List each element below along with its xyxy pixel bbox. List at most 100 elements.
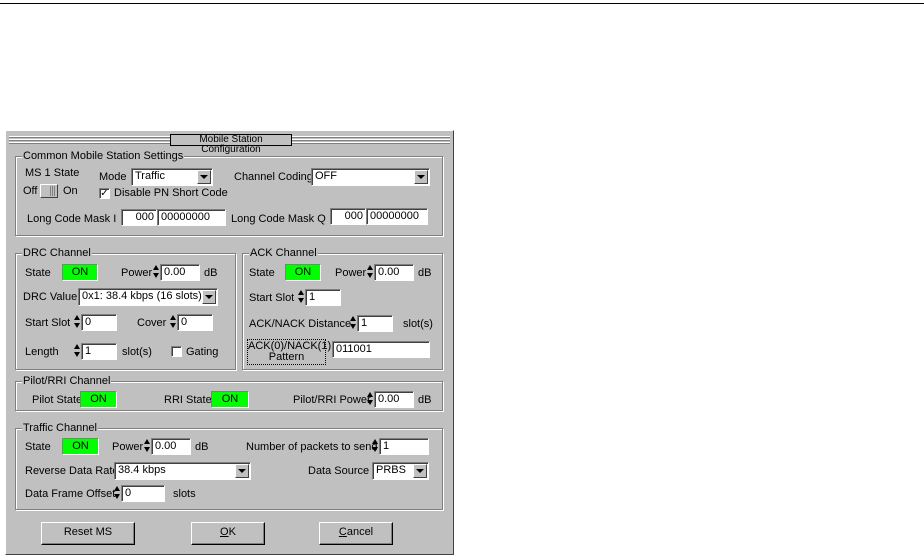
long-code-q-hi-input[interactable]: 000 <box>330 208 366 225</box>
data-frame-offset-label: Data Frame Offset <box>25 488 116 500</box>
pilot-rri-power-spinner-icon[interactable] <box>367 391 373 407</box>
mode-select[interactable]: Traffic <box>131 168 213 186</box>
ack-pattern-label: ACK(0)/NACK(1) Pattern <box>247 339 331 365</box>
reset-ms-button[interactable]: Reset MS <box>41 522 135 545</box>
drc-value-select[interactable]: 0x1: 38.4 kbps (16 slots) <box>78 288 218 306</box>
data-frame-offset-unit: slots <box>173 488 196 500</box>
drc-length-input[interactable]: 1 <box>81 343 117 360</box>
drc-start-slot-input[interactable]: 0 <box>81 314 117 331</box>
disable-pn-checkbox[interactable]: ✓ <box>99 188 110 199</box>
packets-label: Number of packets to send <box>246 441 378 453</box>
rri-state-indicator[interactable]: ON <box>211 391 249 408</box>
mobile-station-config-dialog: Mobile Station Configuration Common Mobi… <box>5 130 454 555</box>
long-code-i-label: Long Code Mask I <box>27 213 117 225</box>
traffic-power-input[interactable]: 0.00 <box>151 438 191 455</box>
ok-mnemonic: O <box>220 526 229 538</box>
chevron-down-icon[interactable] <box>202 290 216 304</box>
drc-length-label: Length <box>25 346 59 358</box>
page-top-rule <box>0 3 924 4</box>
traffic-state-indicator[interactable]: ON <box>62 438 99 455</box>
cancel-mnemonic: C <box>338 526 347 538</box>
ack-pattern-label-line2: Pattern <box>268 351 305 363</box>
traffic-state-label: State <box>25 441 51 453</box>
gating-checkbox[interactable] <box>171 346 182 357</box>
ack-start-slot-label: Start Slot <box>249 292 295 304</box>
channel-coding-select[interactable]: OFF <box>311 168 430 186</box>
drc-value-value: 0x1: 38.4 kbps (16 slots) <box>82 290 202 302</box>
ack-power-label: Power <box>335 267 367 279</box>
ms-state-label: MS 1 State <box>25 167 80 179</box>
dialog-title-bar[interactable]: Mobile Station Configuration <box>6 131 453 155</box>
ack-power-unit: dB <box>418 267 432 279</box>
dialog-title: Mobile Station Configuration <box>170 134 292 155</box>
disable-pn-label: Disable PN Short Code <box>114 187 228 199</box>
cancel-label-rest: ancel <box>346 526 374 538</box>
mode-value: Traffic <box>135 170 165 182</box>
ack-power-spinner-icon[interactable] <box>367 264 373 280</box>
data-source-select[interactable]: PRBS <box>372 462 429 480</box>
ack-power-input[interactable]: 0.00 <box>374 264 414 281</box>
ack-channel-title: ACK Channel <box>249 247 318 259</box>
packets-input[interactable]: 1 <box>379 438 429 455</box>
drc-cover-label: Cover <box>137 317 167 329</box>
drc-value-label: DRC Value <box>23 291 78 303</box>
long-code-i-lo-input[interactable]: 00000000 <box>157 209 226 226</box>
channel-coding-label: Channel Coding <box>234 171 313 183</box>
ack-distance-input[interactable]: 1 <box>357 315 393 332</box>
traffic-power-label: Power <box>112 441 144 453</box>
chevron-down-icon[interactable] <box>197 170 211 184</box>
drc-length-unit: slot(s) <box>122 346 152 358</box>
ack-start-slot-input[interactable]: 1 <box>305 289 341 306</box>
ack-distance-label: ACK/NACK Distance <box>249 318 352 330</box>
pilot-rri-power-unit: dB <box>418 394 432 406</box>
drc-state-indicator[interactable]: ON <box>62 264 98 281</box>
ok-button[interactable]: OK <box>191 522 265 545</box>
reverse-data-rate-value: 38.4 kbps <box>118 464 166 476</box>
ms-state-toggle[interactable] <box>40 184 58 198</box>
chevron-down-icon[interactable] <box>413 464 427 478</box>
channel-coding-value: OFF <box>315 170 337 182</box>
mode-label: Mode <box>99 171 127 183</box>
pilot-state-label: Pilot State <box>32 394 83 406</box>
ack-state-indicator[interactable]: ON <box>285 264 321 281</box>
pilot-rri-channel-title: Pilot/RRI Channel <box>22 375 112 387</box>
data-source-value: PRBS <box>376 464 406 476</box>
drc-power-input[interactable]: 0.00 <box>160 264 200 281</box>
traffic-power-spinner-icon[interactable] <box>144 438 150 454</box>
packets-spinner-icon[interactable] <box>372 438 378 454</box>
long-code-i-hi-input[interactable]: 000 <box>121 209 157 226</box>
chevron-down-icon[interactable] <box>235 464 249 478</box>
pilot-state-indicator[interactable]: ON <box>80 391 117 408</box>
chevron-down-icon[interactable] <box>414 170 428 184</box>
drc-power-spinner-icon[interactable] <box>153 264 159 280</box>
ack-state-label: State <box>249 267 275 279</box>
long-code-q-lo-input[interactable]: 00000000 <box>366 208 428 225</box>
reverse-data-rate-label: Reverse Data Rate <box>25 465 119 477</box>
drc-state-label: State <box>25 267 51 279</box>
traffic-power-unit: dB <box>195 441 209 453</box>
rri-state-label: RRI State <box>164 394 212 406</box>
drc-power-label: Power <box>121 267 153 279</box>
off-label: Off <box>23 185 38 197</box>
reverse-data-rate-select[interactable]: 38.4 kbps <box>114 462 251 480</box>
drc-cover-input[interactable]: 0 <box>177 314 213 331</box>
drc-channel-title: DRC Channel <box>22 247 92 259</box>
data-frame-offset-spinner-icon[interactable] <box>114 485 120 501</box>
drc-start-slot-label: Start Slot <box>25 317 71 329</box>
on-label: On <box>63 185 78 197</box>
cancel-button[interactable]: Cancel <box>319 522 393 545</box>
ok-label-rest: K <box>228 526 236 538</box>
ack-start-slot-spinner-icon[interactable] <box>298 289 304 305</box>
data-source-label: Data Source <box>308 465 370 477</box>
traffic-channel-title: Traffic Channel <box>22 422 98 434</box>
drc-cover-spinner-icon[interactable] <box>170 314 176 330</box>
pilot-rri-power-label: Pilot/RRI Power <box>293 394 371 406</box>
pilot-rri-power-input[interactable]: 0.00 <box>374 391 414 408</box>
ack-pattern-input[interactable]: 011001 <box>332 341 430 358</box>
data-frame-offset-input[interactable]: 0 <box>121 485 165 502</box>
ack-distance-spinner-icon[interactable] <box>350 315 356 331</box>
drc-length-spinner-icon[interactable] <box>74 343 80 359</box>
drc-start-slot-spinner-icon[interactable] <box>74 314 80 330</box>
long-code-q-label: Long Code Mask Q <box>231 213 326 225</box>
common-settings-title: Common Mobile Station Settings <box>22 150 185 162</box>
